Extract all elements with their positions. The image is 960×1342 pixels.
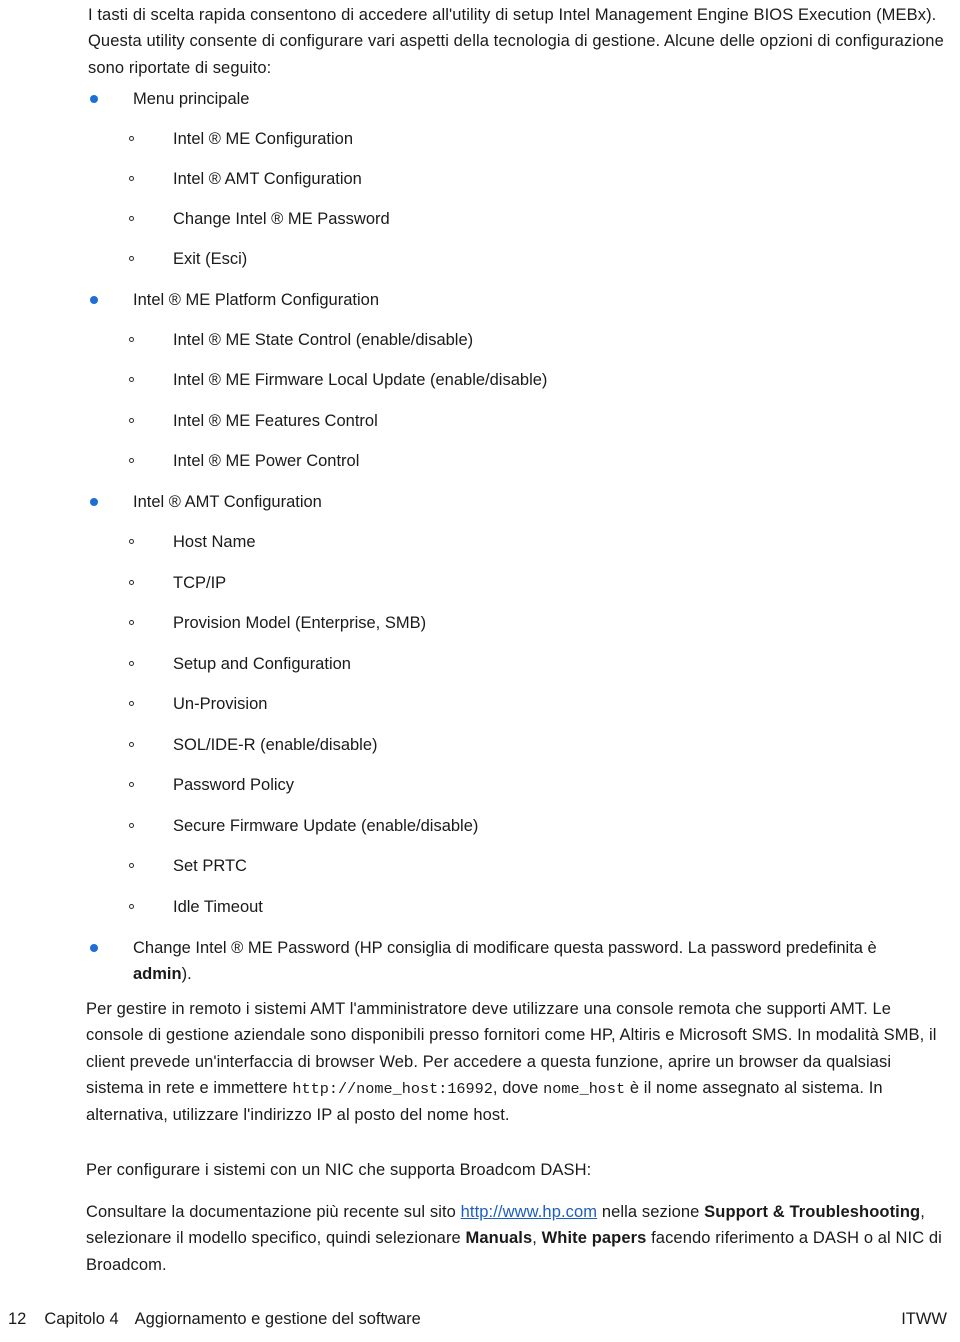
paragraph-documentation: Consultare la documentazione più recente… bbox=[86, 1199, 958, 1278]
bullet-change-me-password: Change Intel ® ME Password (HP consiglia… bbox=[88, 935, 898, 988]
footer-left-group: 12 Capitolo 4 Aggiornamento e gestione del… bbox=[8, 1310, 421, 1329]
sub-bullet-marker-icon bbox=[129, 377, 134, 382]
sub-bullet-label: Secure Firmware Update (enable/disable) bbox=[173, 817, 479, 835]
paragraph-remote-management: Per gestire in remoto i sistemi AMT l'am… bbox=[86, 996, 952, 1128]
sub-bullet-marker-icon bbox=[129, 216, 134, 221]
change-password-default-value: admin bbox=[133, 965, 182, 984]
sub-bullet-marker-icon bbox=[129, 256, 134, 261]
sub-bullet-label: Provision Model (Enterprise, SMB) bbox=[173, 614, 427, 632]
sub-bullet-label: Setup and Configuration bbox=[173, 655, 351, 673]
sub-bullet-sol-ide-r: SOL/IDE-R (enable/disable) bbox=[88, 732, 918, 758]
sub-bullet-secure-firmware-update: Secure Firmware Update (enable/disable) bbox=[88, 813, 918, 839]
remote-url-mono: http://nome_host:16992 bbox=[292, 1079, 493, 1098]
docs-bold-support-troubleshooting: Support & Troubleshooting bbox=[704, 1203, 921, 1221]
intro-paragraph: I tasti di scelta rapida consentono di a… bbox=[88, 6, 944, 77]
sub-bullet-change-me-password: Change Intel ® ME Password bbox=[88, 206, 918, 232]
sub-bullet-password-policy: Password Policy bbox=[88, 772, 918, 798]
docs-bold-white-papers: White papers bbox=[541, 1229, 647, 1248]
sub-bullet-un-provision: Un-Provision bbox=[88, 691, 918, 717]
change-password-text-after: ). bbox=[181, 965, 192, 984]
sub-bullet-marker-icon bbox=[129, 823, 134, 828]
sub-bullet-label: Host Name bbox=[173, 533, 256, 551]
sub-bullet-label: TCP/IP bbox=[173, 574, 227, 592]
sub-bullet-label: Intel ® AMT Configuration bbox=[173, 170, 362, 188]
sub-bullet-label: Intel ® ME Features Control bbox=[173, 412, 378, 430]
bullet-label: Menu principale bbox=[133, 90, 250, 108]
footer-right-label: ITWW bbox=[901, 1310, 947, 1328]
sub-bullet-label: Un-Provision bbox=[173, 695, 268, 713]
sub-bullet-tcp-ip: TCP/IP bbox=[88, 570, 918, 596]
sub-bullet-marker-icon bbox=[129, 580, 134, 585]
bullet-marker-icon bbox=[90, 95, 98, 103]
docs-text-part1: Consultare la documentazione più recente… bbox=[86, 1203, 461, 1221]
bullet-marker-icon bbox=[90, 296, 98, 304]
sub-bullet-marker-icon bbox=[129, 782, 134, 787]
sub-bullet-marker-icon bbox=[129, 904, 134, 909]
sub-bullet-label: Intel ® ME Firmware Local Update (enable… bbox=[173, 371, 548, 389]
sub-bullet-marker-icon bbox=[129, 458, 134, 463]
sub-bullet-marker-icon bbox=[129, 661, 134, 666]
sub-bullet-label: Intel ® ME Power Control bbox=[173, 452, 360, 470]
bullet-label: Intel ® AMT Configuration bbox=[133, 493, 322, 511]
docs-text-part4: , bbox=[532, 1229, 542, 1248]
footer-chapter-title: Aggiornamento e gestione del software bbox=[134, 1310, 421, 1328]
sub-bullet-marker-icon bbox=[129, 136, 134, 141]
document-page: I tasti di scelta rapida consentono di a… bbox=[0, 0, 960, 1342]
bullet-marker-icon bbox=[90, 944, 98, 952]
bullet-menu-principale: Menu principale bbox=[88, 86, 918, 112]
sub-bullet-provision-model: Provision Model (Enterprise, SMB) bbox=[88, 610, 918, 636]
sub-bullet-setup-and-configuration: Setup and Configuration bbox=[88, 651, 918, 677]
change-password-text-before: Change Intel ® ME Password (HP consiglia… bbox=[133, 939, 877, 957]
bullet-me-platform-configuration: Intel ® ME Platform Configuration bbox=[88, 287, 918, 313]
sub-bullet-marker-icon bbox=[129, 176, 134, 181]
sub-bullet-set-prtc: Set PRTC bbox=[88, 853, 918, 879]
sub-bullet-me-power-control: Intel ® ME Power Control bbox=[88, 448, 918, 474]
bullet-amt-configuration: Intel ® AMT Configuration bbox=[88, 489, 918, 515]
sub-bullet-label: Intel ® ME State Control (enable/disable… bbox=[173, 331, 474, 349]
footer-page-number: 12 bbox=[8, 1310, 27, 1328]
bullet-label: Intel ® ME Platform Configuration bbox=[133, 291, 380, 309]
docs-text-part2: nella sezione bbox=[597, 1203, 705, 1221]
sub-bullet-marker-icon bbox=[129, 620, 134, 625]
sub-bullet-idle-timeout: Idle Timeout bbox=[88, 894, 918, 920]
bullet-label: Change Intel ® ME Password (HP consiglia… bbox=[133, 935, 898, 988]
sub-bullet-label: Exit (Esci) bbox=[173, 250, 248, 268]
sub-bullet-me-state-control: Intel ® ME State Control (enable/disable… bbox=[88, 327, 918, 353]
sub-bullet-label: SOL/IDE-R (enable/disable) bbox=[173, 736, 378, 754]
remote-text-part2: , dove bbox=[492, 1078, 544, 1097]
sub-bullet-label: Intel ® ME Configuration bbox=[173, 130, 353, 148]
sub-bullet-marker-icon bbox=[129, 539, 134, 544]
sub-bullet-host-name: Host Name bbox=[88, 529, 918, 555]
sub-bullet-marker-icon bbox=[129, 337, 134, 342]
docs-bold-manuals: Manuals bbox=[465, 1229, 533, 1248]
bullet-marker-icon bbox=[90, 498, 98, 506]
sub-bullet-label: Password Policy bbox=[173, 776, 295, 794]
sub-bullet-me-firmware-local-update: Intel ® ME Firmware Local Update (enable… bbox=[88, 367, 918, 393]
sub-bullet-marker-icon bbox=[129, 701, 134, 706]
sub-bullet-amt-configuration: Intel ® AMT Configuration bbox=[88, 166, 918, 192]
page-footer: 12 Capitolo 4 Aggiornamento e gestione del… bbox=[0, 1310, 960, 1342]
sub-bullet-exit: Exit (Esci) bbox=[88, 246, 918, 272]
remote-hostname-mono: nome_host bbox=[543, 1079, 626, 1098]
sub-bullet-label: Change Intel ® ME Password bbox=[173, 210, 390, 228]
paragraph-broadcom-dash: Per configurare i sistemi con un NIC che… bbox=[86, 1161, 592, 1179]
sub-bullet-marker-icon bbox=[129, 418, 134, 423]
footer-chapter: Capitolo 4 bbox=[44, 1310, 119, 1328]
sub-bullet-label: Set PRTC bbox=[173, 857, 247, 875]
sub-bullet-me-features-control: Intel ® ME Features Control bbox=[88, 408, 918, 434]
hp-website-link[interactable]: http://www.hp.com bbox=[461, 1203, 598, 1221]
sub-bullet-label: Idle Timeout bbox=[173, 898, 263, 916]
sub-bullet-marker-icon bbox=[129, 742, 134, 747]
sub-bullet-marker-icon bbox=[129, 863, 134, 868]
sub-bullet-me-configuration: Intel ® ME Configuration bbox=[88, 126, 918, 152]
